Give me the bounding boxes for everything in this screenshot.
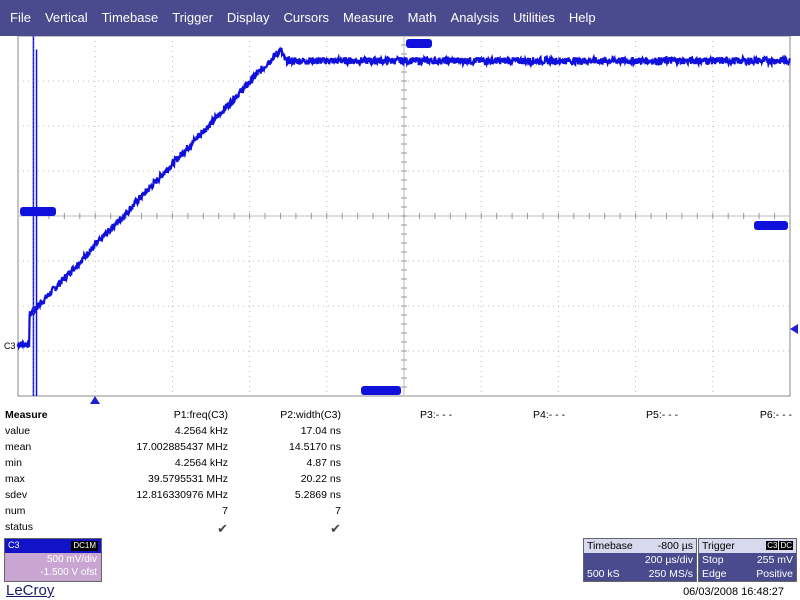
- measure-param-6[interactable]: P6:- - -: [760, 409, 792, 421]
- menu-math[interactable]: Math: [401, 0, 444, 36]
- measure-value: 17.04 ns: [300, 425, 341, 437]
- measure-param-5[interactable]: P5:- - -: [646, 409, 678, 421]
- measure-value: 20.22 ns: [300, 473, 341, 485]
- measure-title: Measure: [5, 409, 48, 421]
- measure-row-label: min: [5, 457, 22, 469]
- measure-row-max: max 39.5795531 MHz 20.22 ns: [0, 473, 800, 489]
- menu-help[interactable]: Help: [562, 0, 603, 36]
- measure-value: 4.87 ns: [306, 457, 341, 469]
- status-check-icon: ✔: [330, 521, 341, 536]
- trigger-level: 255 mV: [756, 554, 793, 566]
- measure-row-sdev: sdev 12.816330976 MHz 5.2869 ns: [0, 489, 800, 505]
- trigger-title: Trigger: [702, 540, 735, 552]
- channel-vdiv: 500 mV/div: [46, 554, 97, 565]
- measure-row-mean: mean 17.002885437 MHz 14.5170 ns: [0, 441, 800, 457]
- measure-value: 4.2564 kHz: [174, 457, 228, 469]
- timebase-title: Timebase: [587, 540, 633, 552]
- menu-trigger[interactable]: Trigger: [165, 0, 220, 36]
- measure-value: 17.002885437 MHz: [136, 441, 228, 453]
- trigger-channel: C3: [766, 541, 779, 550]
- trigger-slope: Positive: [756, 568, 793, 580]
- measure-row-label: value: [5, 425, 31, 437]
- menu-file[interactable]: File: [0, 0, 38, 36]
- measure-param-3[interactable]: P3:- - -: [420, 409, 452, 421]
- measure-row-label: mean: [5, 441, 32, 453]
- channel-descriptor-header: C3 DC1M: [5, 539, 101, 553]
- measure-value: 5.2869 ns: [294, 489, 341, 501]
- measure-row-label: status: [5, 521, 34, 533]
- status-check-icon: ✔: [217, 521, 228, 536]
- timebase-samples: 500 kS: [587, 568, 620, 580]
- measure-row-status: status ✔ ✔: [0, 521, 800, 537]
- measure-row-label: sdev: [5, 489, 28, 501]
- timebase-rate: 250 MS/s: [648, 568, 693, 580]
- menu-analysis[interactable]: Analysis: [444, 0, 506, 36]
- trigger-mode: Stop: [702, 554, 724, 566]
- channel-trace-label: C3: [4, 341, 16, 351]
- menu-measure[interactable]: Measure: [336, 0, 401, 36]
- trigger-type: Edge: [702, 568, 727, 580]
- measure-value: 39.5795531 MHz: [148, 473, 228, 485]
- channel-offset: -1.500 V ofst: [40, 567, 97, 578]
- menu-cursors[interactable]: Cursors: [277, 0, 337, 36]
- measure-row-min: min 4.2564 kHz 4.87 ns: [0, 457, 800, 473]
- cursor-readout-left: [20, 207, 56, 216]
- menu-bar: File Vertical Timebase Trigger Display Cursor…: [0, 0, 800, 36]
- cursor-readout-bottom: [361, 386, 401, 395]
- trigger-level-marker: [790, 324, 798, 334]
- channel-descriptor-c3[interactable]: C3 DC1M 500 mV/div -1.500 V ofst: [4, 538, 102, 582]
- menu-vertical[interactable]: Vertical: [38, 0, 95, 36]
- trigger-coupling: DC: [779, 541, 793, 550]
- menu-timebase[interactable]: Timebase: [95, 0, 166, 36]
- measure-value: 7: [335, 505, 341, 517]
- measure-panel: Measure P1:freq(C3) P2:width(C3) P3:- - - P4…: [0, 409, 800, 539]
- brand-logo: LeCroy: [6, 582, 55, 599]
- timestamp: 06/03/2008 16:48:27: [683, 586, 784, 598]
- trigger-position-marker: [90, 396, 100, 404]
- channel-name: C3: [8, 540, 20, 550]
- measure-param-4[interactable]: P4:- - -: [533, 409, 565, 421]
- measure-row-num: num 7 7: [0, 505, 800, 521]
- cursor-readout-top: [406, 39, 432, 48]
- menu-utilities[interactable]: Utilities: [506, 0, 562, 36]
- timebase-descriptor[interactable]: Timebase -800 µs 200 µs/div 500 kS 250 M…: [583, 538, 697, 582]
- trigger-descriptor[interactable]: Trigger C3 DC Stop 255 mV Edge Positive: [698, 538, 797, 582]
- measure-value: 12.816330976 MHz: [136, 489, 228, 501]
- measure-param-1[interactable]: P1:freq(C3): [174, 409, 228, 421]
- measure-param-2[interactable]: P2:width(C3): [280, 409, 341, 421]
- channel-coupling: DC1M: [71, 541, 98, 551]
- waveform-graticule: C3: [4, 36, 798, 404]
- measure-value: 7: [222, 505, 228, 517]
- measure-value: 14.5170 ns: [289, 441, 341, 453]
- timebase-delay: -800 µs: [657, 540, 693, 552]
- measure-header-row: Measure P1:freq(C3) P2:width(C3) P3:- - - P4…: [0, 409, 800, 425]
- waveform-display[interactable]: C3: [0, 36, 800, 404]
- measure-value: 4.2564 kHz: [174, 425, 228, 437]
- measure-row-label: max: [5, 473, 25, 485]
- menu-display[interactable]: Display: [220, 0, 277, 36]
- measure-row-label: num: [5, 505, 26, 517]
- timebase-tdiv: 200 µs/div: [644, 554, 693, 566]
- cursor-readout-right: [754, 221, 788, 230]
- measure-row-value: value 4.2564 kHz 17.04 ns: [0, 425, 800, 441]
